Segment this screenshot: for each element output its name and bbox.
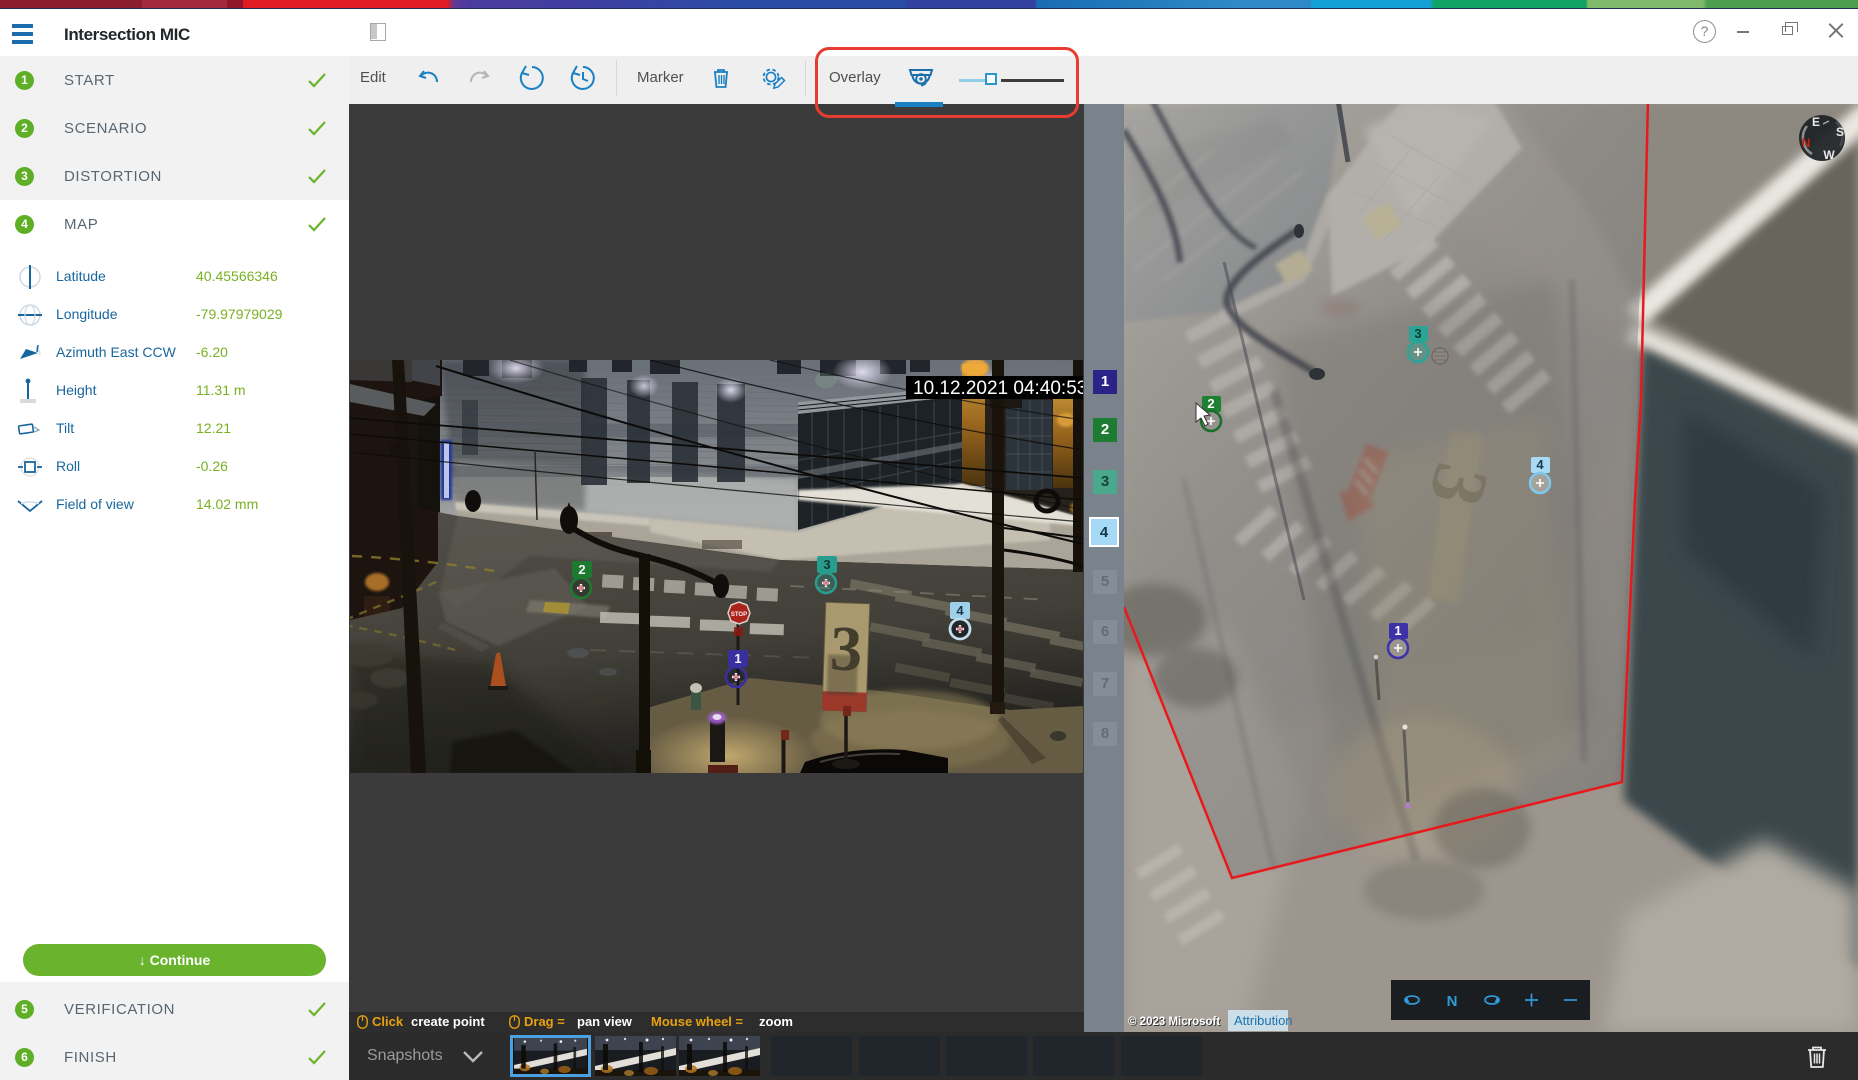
svg-text:W: W: [1823, 148, 1835, 162]
svg-text:N: N: [1802, 136, 1811, 150]
svg-text:3: 3: [1414, 326, 1421, 341]
svg-text:E: E: [1812, 115, 1820, 129]
svg-text:4: 4: [1536, 457, 1544, 472]
svg-text:N: N: [1447, 993, 1458, 1010]
svg-text:1: 1: [1394, 623, 1401, 638]
svg-text:10.12.2021 04:40:53: 10.12.2021 04:40:53: [913, 378, 1083, 399]
svg-text:Attribution: Attribution: [1234, 1013, 1293, 1028]
svg-text:S: S: [1836, 125, 1844, 139]
svg-text:© 2023 Microsoft: © 2023 Microsoft: [1128, 1016, 1220, 1028]
svg-text:2: 2: [1207, 396, 1214, 411]
